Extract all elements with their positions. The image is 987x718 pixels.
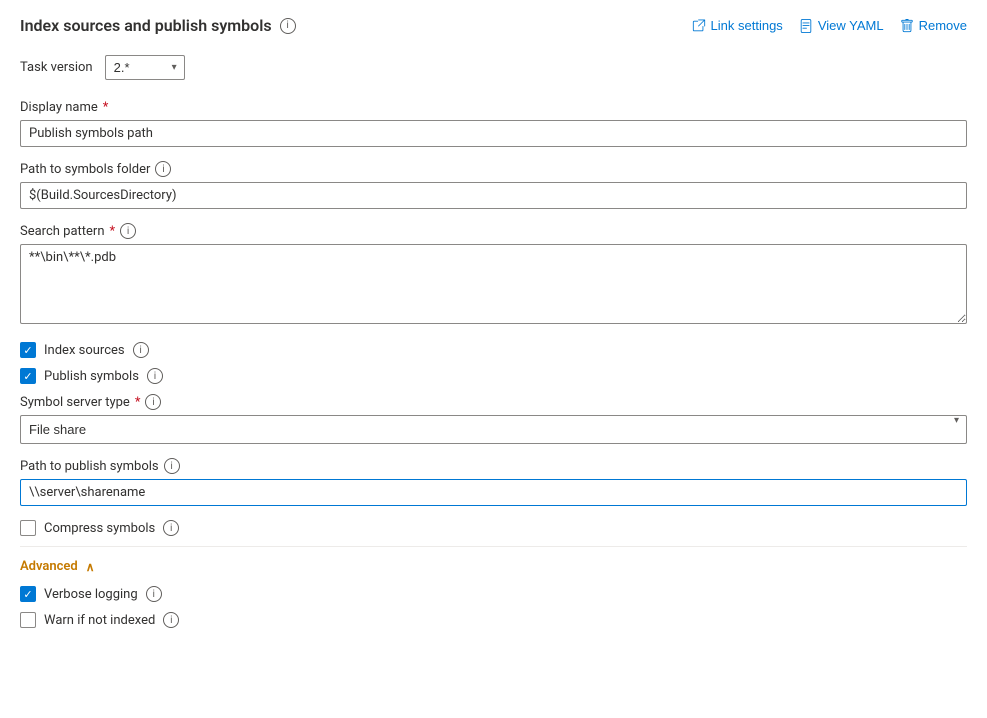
- verbose-logging-row: ✓ Verbose logging i: [20, 586, 967, 602]
- symbol-server-type-select[interactable]: File share Azure Artifacts: [20, 415, 967, 444]
- link-settings-label: Link settings: [711, 18, 783, 33]
- symbol-server-type-group: Symbol server type * i File share Azure …: [20, 394, 967, 444]
- publish-symbols-check: ✓: [23, 371, 32, 382]
- search-pattern-label-row: Search pattern * i: [20, 223, 967, 239]
- symbol-server-type-info-icon[interactable]: i: [145, 394, 161, 410]
- publish-symbols-checkbox[interactable]: ✓: [20, 368, 36, 384]
- advanced-label: Advanced: [20, 559, 78, 574]
- display-name-group: Display name * Publish symbols path: [20, 100, 967, 147]
- path-publish-label-row: Path to publish symbols i: [20, 458, 967, 474]
- index-sources-check: ✓: [23, 345, 32, 356]
- compress-symbols-label: Compress symbols: [44, 521, 155, 536]
- publish-symbols-info-icon[interactable]: i: [147, 368, 163, 384]
- search-pattern-textarea[interactable]: **\bin\**\*.pdb: [20, 244, 967, 324]
- publish-symbols-label: Publish symbols: [44, 369, 139, 384]
- search-pattern-info-icon[interactable]: i: [120, 223, 136, 239]
- symbol-server-type-label-row: Symbol server type * i: [20, 394, 967, 410]
- task-version-select[interactable]: 2.* 1.*: [105, 55, 185, 80]
- warn-not-indexed-label: Warn if not indexed: [44, 613, 155, 628]
- path-publish-label: Path to publish symbols: [20, 459, 159, 474]
- advanced-divider: [20, 546, 967, 547]
- symbol-server-type-select-wrapper: File share Azure Artifacts ▾: [20, 415, 967, 444]
- path-symbols-input[interactable]: $(Build.SourcesDirectory): [20, 182, 967, 209]
- title-info-icon[interactable]: i: [280, 18, 296, 34]
- advanced-chevron-icon: ∧: [86, 560, 95, 574]
- task-version-label: Task version: [20, 60, 93, 75]
- link-icon: [692, 19, 706, 33]
- search-pattern-group: Search pattern * i **\bin\**\*.pdb: [20, 223, 967, 328]
- compress-symbols-checkbox[interactable]: ✓: [20, 520, 36, 536]
- verbose-logging-info-icon[interactable]: i: [146, 586, 162, 602]
- index-sources-row: ✓ Index sources i: [20, 342, 967, 358]
- search-pattern-required: *: [110, 224, 116, 239]
- path-publish-info-icon[interactable]: i: [164, 458, 180, 474]
- task-version-row: Task version 2.* 1.* ▾: [20, 55, 967, 80]
- page-header: Index sources and publish symbols i Link…: [20, 16, 967, 35]
- view-yaml-button[interactable]: View YAML: [799, 18, 884, 33]
- verbose-logging-label: Verbose logging: [44, 587, 138, 602]
- path-symbols-label: Path to symbols folder: [20, 162, 150, 177]
- view-yaml-label: View YAML: [818, 18, 884, 33]
- search-pattern-label: Search pattern: [20, 224, 105, 239]
- publish-symbols-row: ✓ Publish symbols i: [20, 368, 967, 384]
- symbol-server-type-label: Symbol server type: [20, 395, 130, 410]
- display-name-label-row: Display name *: [20, 100, 967, 115]
- page-container: Index sources and publish symbols i Link…: [0, 0, 987, 718]
- verbose-logging-check: ✓: [23, 589, 32, 600]
- warn-not-indexed-checkbox[interactable]: ✓: [20, 612, 36, 628]
- remove-label: Remove: [919, 18, 967, 33]
- header-actions: Link settings View YAML Remove: [692, 18, 967, 33]
- display-name-label: Display name: [20, 100, 98, 115]
- path-symbols-info-icon[interactable]: i: [155, 161, 171, 177]
- path-publish-symbols-group: Path to publish symbols i \\server\share…: [20, 458, 967, 506]
- warn-not-indexed-info-icon[interactable]: i: [163, 612, 179, 628]
- path-symbols-folder-group: Path to symbols folder i $(Build.Sources…: [20, 161, 967, 209]
- symbol-server-type-required: *: [135, 395, 141, 410]
- remove-icon: [900, 19, 914, 33]
- header-left: Index sources and publish symbols i: [20, 16, 296, 35]
- display-name-input[interactable]: Publish symbols path: [20, 120, 967, 147]
- verbose-logging-checkbox[interactable]: ✓: [20, 586, 36, 602]
- link-settings-button[interactable]: Link settings: [692, 18, 783, 33]
- path-publish-input[interactable]: \\server\sharename: [20, 479, 967, 506]
- compress-symbols-info-icon[interactable]: i: [163, 520, 179, 536]
- index-sources-info-icon[interactable]: i: [133, 342, 149, 358]
- path-symbols-label-row: Path to symbols folder i: [20, 161, 967, 177]
- index-sources-label: Index sources: [44, 343, 125, 358]
- warn-not-indexed-row: ✓ Warn if not indexed i: [20, 612, 967, 628]
- task-version-select-wrapper: 2.* 1.* ▾: [105, 55, 185, 80]
- index-sources-checkbox[interactable]: ✓: [20, 342, 36, 358]
- yaml-icon: [799, 19, 813, 33]
- compress-symbols-row: ✓ Compress symbols i: [20, 520, 967, 536]
- page-title: Index sources and publish symbols: [20, 16, 272, 35]
- advanced-header[interactable]: Advanced ∧: [20, 559, 967, 574]
- display-name-required: *: [103, 100, 109, 115]
- remove-button[interactable]: Remove: [900, 18, 967, 33]
